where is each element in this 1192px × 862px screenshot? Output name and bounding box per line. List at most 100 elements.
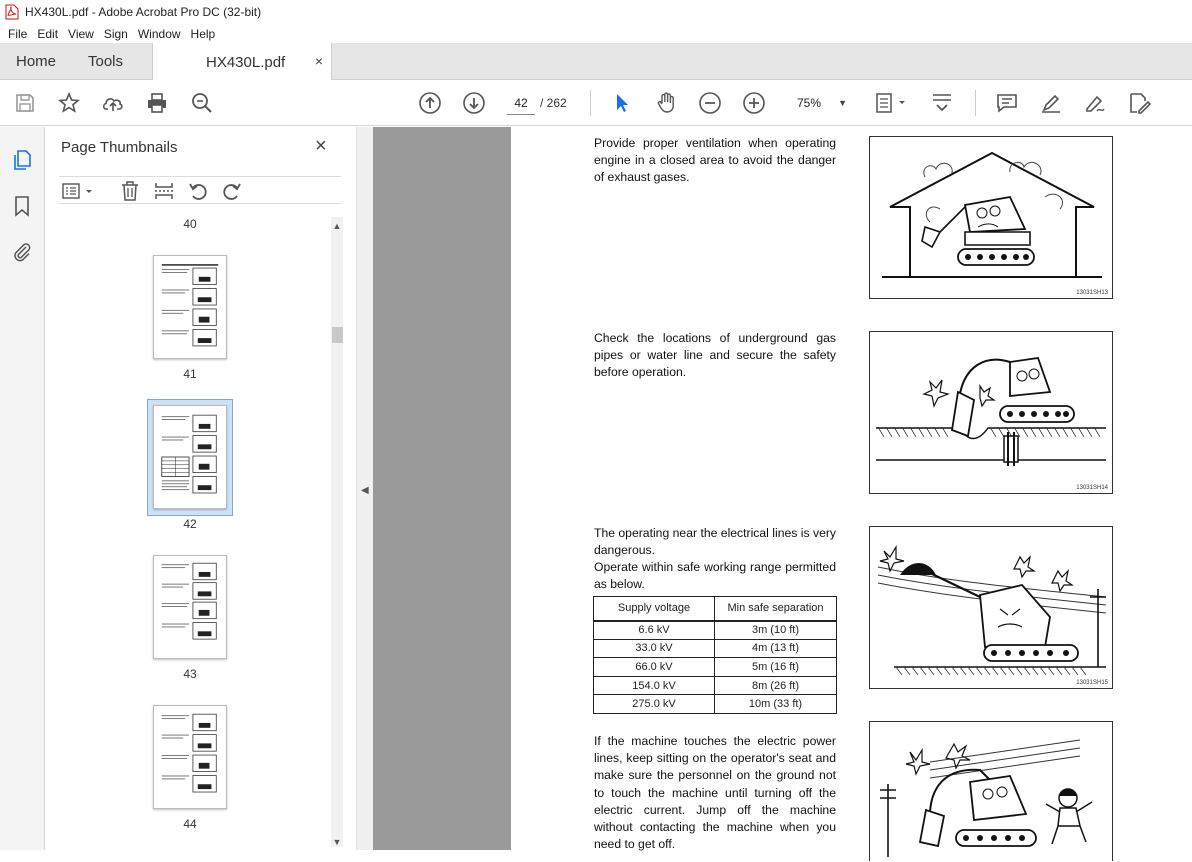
next-page-icon[interactable] [462, 91, 486, 115]
menu-file[interactable]: File [8, 27, 27, 41]
tab-document-label: HX430L.pdf [206, 53, 286, 71]
menu-sign[interactable]: Sign [104, 27, 128, 41]
rotate-clockwise-icon[interactable] [221, 180, 243, 202]
scroll-up-icon[interactable]: ▲ [331, 221, 343, 231]
table-header: Min safe separation [714, 596, 837, 621]
thumbnail-label: 43 [183, 667, 197, 681]
table-row: 275.0 kV 10m (33 ft) [593, 694, 837, 714]
menu-bar: File Edit View Sign Window Help [0, 24, 1192, 43]
attachments-paperclip-icon[interactable] [11, 240, 33, 262]
zoom-out-icon[interactable] [698, 91, 722, 115]
figure-code: 13031SH15 [1076, 680, 1108, 686]
highlight-pen-icon[interactable] [1039, 91, 1063, 115]
table-cell: 66.0 kV [593, 657, 715, 677]
thumbnail-preview [161, 562, 217, 640]
thumbnail-preview [161, 414, 217, 494]
excavator-in-garage-illustration [882, 151, 1102, 278]
table-row: 6.6 kV 3m (10 ft) [593, 619, 837, 640]
excavator-digging-pipe-illustration [876, 357, 1106, 466]
thumbnail-label: 41 [183, 367, 197, 381]
save-icon[interactable] [13, 91, 37, 115]
zoom-level-select[interactable]: 75% ▼ [787, 91, 851, 115]
page-total: / 262 [540, 96, 567, 110]
thumbnail-label: 40 [183, 217, 197, 231]
excavator-touching-power-line-illustration [880, 739, 1093, 857]
table-cell: 4m (13 ft) [714, 638, 837, 659]
window-title: HX430L.pdf - Adobe Acrobat Pro DC (32-bi… [25, 5, 262, 19]
rotate-counterclockwise-icon[interactable] [187, 180, 209, 202]
thumbnail-toolbar [59, 176, 341, 204]
bookmark-star-icon[interactable] [57, 91, 81, 115]
panel-splitter[interactable]: ◀ [356, 127, 373, 850]
thumbnail-page-44[interactable] [153, 705, 227, 809]
upload-cloud-icon[interactable] [101, 91, 125, 115]
paragraph-safe-range: Operate within safe working range permit… [594, 560, 836, 592]
paragraph-ventilation: Provide proper ventilation when operatin… [594, 136, 836, 185]
comment-icon[interactable] [995, 91, 1019, 115]
thumbnail-preview [161, 264, 219, 347]
thumbnail-label: 42 [183, 517, 197, 531]
chevron-down-icon: ▼ [838, 98, 847, 108]
figure-code: 13031SH14 [1076, 485, 1108, 491]
paragraph-electrical-lines: The operating near the electrical lines … [594, 526, 836, 558]
thumbnail-label: 44 [183, 817, 197, 831]
toolbar-divider [975, 90, 976, 116]
close-tab-icon[interactable]: × [315, 53, 323, 69]
toolbar: 42 / 262 75% ▼ [0, 80, 1192, 126]
tab-home[interactable]: Home [16, 43, 56, 80]
table-cell: 6.6 kV [593, 619, 715, 640]
page-fit-icon[interactable] [874, 91, 908, 115]
table-cell: 3m (10 ft) [714, 619, 837, 640]
bookmarks-icon[interactable] [11, 195, 33, 217]
table-cell: 33.0 kV [593, 638, 715, 659]
tab-document[interactable]: HX430L.pdf × [152, 43, 332, 81]
figure-underground-pipes: 13031SH14 [869, 331, 1113, 494]
tab-tools[interactable]: Tools [88, 43, 123, 80]
collapse-panel-icon[interactable]: ◀ [361, 485, 369, 496]
menu-edit[interactable]: Edit [37, 27, 58, 41]
thumbnails-panel: Page Thumbnails × 40 41 42 43 44 ▲ ▼ [45, 127, 356, 850]
figure-power-line-contact [869, 721, 1113, 861]
table-cell: 275.0 kV [593, 694, 715, 714]
zoom-in-icon[interactable] [742, 91, 766, 115]
draw-sign-icon[interactable] [1083, 91, 1107, 115]
menu-window[interactable]: Window [138, 27, 181, 41]
paragraph-power-line-contact: If the machine touches the electric powe… [594, 734, 836, 852]
excavator-near-power-lines-illustration [877, 544, 1107, 676]
thumbnail-page-42[interactable] [153, 405, 227, 509]
table-cell: 10m (33 ft) [714, 694, 837, 714]
page-number-input[interactable]: 42 [507, 91, 535, 115]
table-header: Supply voltage [593, 596, 715, 621]
options-menu-icon[interactable] [61, 180, 97, 202]
hand-tool-icon[interactable] [654, 91, 678, 115]
tab-bar: Home Tools HX430L.pdf × [0, 43, 1192, 81]
delete-trash-icon[interactable] [119, 180, 141, 202]
page-thumbnails-icon[interactable] [11, 149, 33, 171]
print-icon[interactable] [145, 91, 169, 115]
title-bar: HX430L.pdf - Adobe Acrobat Pro DC (32-bi… [0, 0, 1192, 24]
extract-split-icon[interactable] [153, 180, 175, 202]
select-cursor-icon[interactable] [610, 91, 634, 115]
table-row: 33.0 kV 4m (13 ft) [593, 638, 837, 659]
menu-view[interactable]: View [68, 27, 94, 41]
thumbnail-page-43[interactable] [153, 555, 227, 659]
scrolling-mode-icon[interactable] [930, 91, 954, 115]
thumbnail-preview [161, 713, 217, 793]
acrobat-pdf-icon [5, 4, 19, 20]
toolbar-divider [590, 90, 591, 116]
zoom-level-value: 75% [797, 96, 822, 110]
table-cell: 154.0 kV [593, 675, 715, 696]
zoom-search-icon[interactable] [190, 91, 214, 115]
figure-power-lines: 13031SH15 [869, 526, 1113, 689]
close-panel-icon[interactable]: × [315, 135, 327, 158]
edit-pdf-icon[interactable] [1127, 91, 1152, 115]
scroll-down-icon[interactable]: ▼ [331, 837, 343, 847]
menu-help[interactable]: Help [191, 27, 216, 41]
thumbnail-scrollbar[interactable]: ▲ ▼ [331, 217, 343, 847]
scrollbar-thumb[interactable] [332, 327, 343, 343]
thumbnail-page-41[interactable] [153, 255, 227, 359]
panel-title: Page Thumbnails [61, 139, 178, 156]
table-cell: 8m (26 ft) [714, 675, 837, 696]
figure-ventilation: 13031SH13 [869, 136, 1113, 299]
previous-page-icon[interactable] [418, 91, 442, 115]
